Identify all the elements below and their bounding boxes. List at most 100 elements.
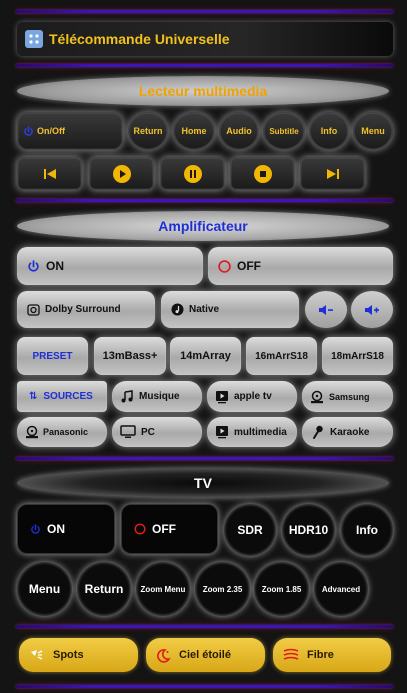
play-button[interactable] [89, 157, 154, 190]
media-menu-button[interactable]: Menu [353, 112, 393, 150]
pause-button[interactable] [160, 157, 225, 190]
dolby-surround-button[interactable]: Dolby Surround [17, 291, 155, 328]
fibre-label: Fibre [307, 649, 334, 661]
microphone-icon [313, 425, 323, 439]
amp-title-text: Amplificateur [158, 218, 248, 234]
ciel-etoile-button[interactable]: Ciel étoilé [146, 638, 265, 672]
preset-13mbass-label: 13mBass+ [102, 350, 158, 362]
spotlight-icon [31, 650, 43, 660]
preset-13mbass-button[interactable]: 13mBass+ [94, 337, 166, 375]
source-karaoke-button[interactable]: Karaoke [302, 417, 393, 447]
source-panasonic-button[interactable]: Panasonic [17, 417, 107, 447]
sources-label: SOURCES [43, 391, 93, 402]
spots-button[interactable]: Spots [19, 638, 138, 672]
tv-zoom-185-label: Zoom 1.85 [261, 584, 302, 594]
tv-sdr-label: SDR [237, 523, 263, 537]
media-return-label: Return [133, 126, 163, 136]
preset-18marrs18-button[interactable]: 18mArrS18 [322, 337, 393, 375]
preset-16marrs18-label: 16mArrS18 [255, 350, 308, 362]
fiber-optic-icon [283, 648, 299, 660]
disc-player-icon [26, 425, 38, 439]
media-subtitle-button[interactable]: Subtitle [263, 112, 305, 150]
monitor-icon [120, 425, 136, 438]
next-button[interactable] [300, 157, 365, 190]
tv-section-title: TV [17, 468, 389, 498]
tv-advanced-button[interactable]: Advanced [314, 562, 368, 616]
volume-up-button[interactable] [351, 291, 393, 328]
tv-zoom-185-button[interactable]: Zoom 1.85 [254, 562, 309, 616]
source-appletv-button[interactable]: apple tv [207, 381, 297, 412]
divider-top [16, 10, 393, 13]
volume-down-icon [319, 304, 333, 315]
preset-14marray-button[interactable]: 14mArray [170, 337, 241, 375]
app-title: Télécommande Universelle [49, 31, 230, 47]
tv-info-button[interactable]: Info [341, 504, 393, 556]
native-button[interactable]: Native [161, 291, 299, 328]
amp-section-title: Amplificateur [17, 211, 389, 241]
off-circle-icon [134, 523, 146, 535]
divider-2 [16, 199, 393, 202]
tv-on-button[interactable]: ON [17, 504, 115, 554]
disc-player-icon [311, 390, 323, 403]
tv-advanced-label: Advanced [321, 584, 361, 594]
tv-menu-button[interactable]: Menu [17, 562, 72, 616]
night-sky-icon [157, 648, 171, 663]
amp-off-button[interactable]: OFF [208, 247, 393, 285]
amp-on-label: ON [46, 259, 64, 273]
media-audio-label: Audio [226, 126, 252, 136]
fibre-button[interactable]: Fibre [273, 638, 391, 672]
media-info-button[interactable]: Info [309, 112, 349, 150]
media-home-button[interactable]: Home [173, 112, 215, 150]
tv-menu-label: Menu [28, 582, 61, 596]
divider-bottom [16, 685, 393, 688]
skip-previous-icon [43, 168, 56, 179]
source-appletv-label: apple tv [234, 391, 272, 402]
play-box-icon [216, 390, 228, 403]
preset-16marrs18-button[interactable]: 16mArrS18 [246, 337, 317, 375]
media-info-label: Info [320, 126, 338, 136]
power-icon [28, 259, 39, 272]
source-musique-label: Musique [139, 391, 180, 402]
media-section-title: Lecteur multimedia [17, 76, 389, 106]
skip-next-icon [326, 168, 339, 179]
music-note-icon [121, 389, 133, 402]
preset-18marrs18-label: 18mArrS18 [331, 350, 384, 362]
media-onoff-button[interactable]: On/Off [17, 112, 123, 150]
tv-zoom-235-button[interactable]: Zoom 2.35 [195, 562, 250, 616]
source-samsung-label: Samsung [329, 391, 370, 402]
source-multimedia-button[interactable]: multimedia [207, 417, 297, 447]
tv-zoom-menu-button[interactable]: Zoom Menu [136, 562, 190, 616]
off-circle-icon [218, 259, 231, 273]
tv-off-button[interactable]: OFF [121, 504, 218, 554]
tv-on-label: ON [47, 522, 65, 536]
native-label: Native [189, 304, 220, 315]
media-menu-label: Menu [361, 126, 385, 136]
media-subtitle-label: Subtitle [269, 126, 299, 136]
source-karaoke-label: Karaoke [330, 426, 370, 438]
tv-info-label: Info [356, 523, 378, 537]
media-return-button[interactable]: Return [128, 112, 168, 150]
source-samsung-button[interactable]: Samsung [302, 381, 393, 412]
previous-button[interactable] [17, 157, 82, 190]
amp-on-button[interactable]: ON [17, 247, 203, 285]
tv-hdr10-button[interactable]: HDR10 [282, 504, 335, 556]
media-audio-button[interactable]: Audio [219, 112, 259, 150]
ciel-etoile-label: Ciel étoilé [179, 649, 231, 661]
tv-zoom-menu-label: Zoom Menu [140, 584, 186, 594]
source-musique-button[interactable]: Musique [112, 381, 202, 412]
media-home-label: Home [181, 126, 207, 136]
volume-down-button[interactable] [305, 291, 347, 328]
stop-button[interactable] [230, 157, 295, 190]
tv-hdr10-label: HDR10 [288, 523, 329, 537]
divider-1 [16, 64, 393, 67]
sources-icon: ⇅ [29, 391, 38, 402]
amp-off-label: OFF [237, 259, 261, 273]
source-pc-button[interactable]: PC [112, 417, 202, 447]
source-multimedia-label: multimedia [234, 426, 287, 438]
tv-zoom-235-label: Zoom 2.35 [202, 584, 243, 594]
tv-return-button[interactable]: Return [77, 562, 131, 616]
media-title-text: Lecteur multimedia [138, 83, 268, 99]
tv-sdr-button[interactable]: SDR [224, 504, 276, 556]
preset-button[interactable]: PRESET [17, 337, 88, 375]
sources-button[interactable]: ⇅ SOURCES [17, 381, 107, 412]
